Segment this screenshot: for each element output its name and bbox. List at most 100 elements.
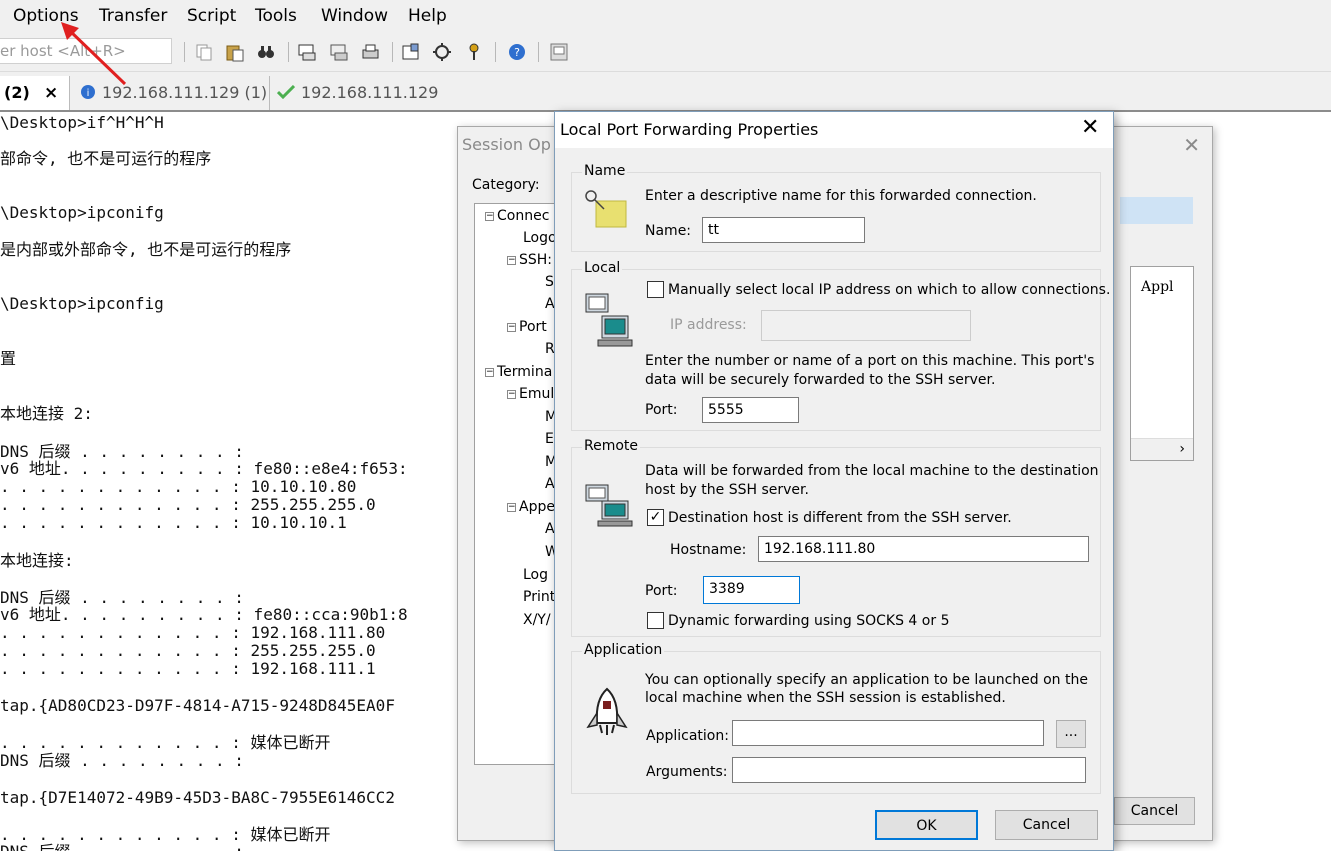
terminal-line: v6 地址. . . . . . . . . : fe80::cca:90b1:… (0, 605, 408, 624)
cancel-button[interactable]: Cancel (1114, 797, 1195, 825)
ip-address-label: IP address: (670, 317, 747, 333)
print-screen-icon[interactable] (297, 42, 317, 62)
toolbar: er host <Alt+R> ? (0, 34, 1331, 72)
destination-different-checkbox[interactable]: ✓ (647, 509, 664, 526)
help-icon[interactable]: ? (507, 42, 527, 62)
tree-item[interactable]: E (545, 431, 554, 447)
terminal-line: . . . . . . . . . . . . : 192.168.111.1 (0, 659, 376, 678)
group-title: Local (582, 260, 623, 276)
column-header[interactable]: Appl (1141, 279, 1174, 295)
find-icon[interactable] (256, 42, 276, 62)
menu-bar: Options Transfer Script Tools Window Hel… (0, 0, 1331, 34)
tree-item[interactable]: X/Y/ (523, 612, 551, 628)
browse-button[interactable]: ... (1056, 720, 1086, 748)
tab-session-192-168-111-129[interactable]: 192.168.111.129 (277, 76, 447, 110)
tree-item[interactable]: Print (523, 589, 555, 605)
svg-text:?: ? (514, 46, 520, 59)
terminal-line: DNS 后缀 . . . . . . . . : (0, 751, 244, 770)
keymap-icon[interactable] (464, 42, 484, 62)
toolbar-separator (538, 42, 539, 62)
terminal-line: . . . . . . . . . . . . : 192.168.111.80 (0, 623, 386, 642)
copy-icon[interactable] (194, 42, 214, 62)
manual-ip-checkbox[interactable] (647, 281, 664, 298)
tree-item[interactable]: S (545, 274, 554, 290)
port-forward-list[interactable]: Appl › (1130, 266, 1194, 461)
collapse-icon[interactable]: − (507, 322, 516, 332)
tree-item[interactable]: − Port (507, 319, 547, 335)
toolbar-separator (495, 42, 496, 62)
application-description: You can optionally specify an applicatio… (645, 672, 1088, 688)
local-port-field[interactable]: 5555 (702, 397, 799, 423)
rocket-icon (586, 687, 628, 735)
remote-port-field[interactable]: 3389 (703, 576, 800, 604)
arguments-field[interactable] (732, 757, 1086, 783)
terminal-line: . . . . . . . . . . . . : 10.10.10.80 (0, 477, 357, 496)
cancel-button[interactable]: Cancel (995, 810, 1098, 840)
menu-tools[interactable]: Tools (255, 6, 297, 26)
remote-group: Remote Data will be forwarded from the l… (571, 438, 1101, 637)
socks-checkbox[interactable] (647, 612, 664, 629)
manual-ip-label: Manually select local IP address on whic… (668, 282, 1111, 298)
session-options-icon[interactable] (401, 42, 421, 62)
name-field[interactable]: tt (702, 217, 865, 243)
hostname-field[interactable]: 192.168.111.80 (758, 536, 1089, 562)
menu-window[interactable]: Window (321, 6, 388, 26)
ip-address-field[interactable] (761, 310, 971, 341)
tab-label: (2) (4, 83, 30, 102)
terminal-line: . . . . . . . . . . . . : 255.255.255.0 (0, 495, 376, 514)
socks-label: Dynamic forwarding using SOCKS 4 or 5 (668, 613, 950, 629)
local-port-forwarding-dialog: Local Port Forwarding Properties ✕ Name … (554, 111, 1114, 851)
chevron-right-icon[interactable]: › (1179, 441, 1185, 457)
application-description: local machine when the SSH session is es… (645, 690, 1006, 706)
terminal-line: 是内部或外部命令, 也不是可运行的程序 (0, 240, 292, 259)
name-group: Name Enter a descriptive name for this f… (571, 163, 1101, 252)
close-icon[interactable]: ✕ (1183, 133, 1200, 157)
computer-icon (585, 293, 633, 347)
tree-item[interactable]: Logo (523, 230, 557, 246)
global-options-icon[interactable] (432, 42, 452, 62)
arguments-label: Arguments: (646, 764, 728, 780)
checkmark-icon (277, 85, 295, 99)
port-description: Enter the number or name of a port on th… (645, 353, 1095, 369)
close-icon[interactable]: ✕ (1081, 115, 1099, 140)
terminal-line: v6 地址. . . . . . . . . : fe80::e8e4:f653… (0, 459, 408, 478)
remote-description: host by the SSH server. (645, 482, 809, 498)
tree-item[interactable]: − Connec (485, 208, 549, 224)
tag-icon (585, 190, 627, 228)
terminal-line: 本地连接: (0, 551, 74, 570)
paste-icon[interactable] (225, 42, 245, 62)
collapse-icon[interactable]: − (485, 367, 494, 377)
tree-item[interactable]: Log (523, 567, 548, 583)
tree-item[interactable]: − Termina (485, 364, 552, 380)
port-description: data will be securely forwarded to the S… (645, 372, 996, 388)
collapse-icon[interactable]: − (507, 389, 516, 399)
terminal-line: 置 (0, 349, 17, 368)
tree-item[interactable]: − SSH: (507, 252, 552, 268)
collapse-icon[interactable]: − (507, 502, 516, 512)
category-tree[interactable]: − Connec Logo − SSH: S A − Port R − Termina … (474, 203, 564, 765)
print-icon[interactable] (360, 42, 380, 62)
name-label: Name: (645, 223, 692, 239)
collapse-icon[interactable]: − (507, 255, 516, 265)
group-title: Name (582, 163, 628, 179)
menu-help[interactable]: Help (408, 6, 447, 26)
tree-item[interactable]: − Appe (507, 499, 555, 515)
terminal-line: DNS 后缀 . . . . . . . . : (0, 843, 244, 851)
print-selection-icon[interactable] (329, 42, 349, 62)
group-title: Remote (582, 438, 641, 454)
remote-description: Data will be forwarded from the local ma… (645, 463, 1099, 479)
collapse-icon[interactable]: − (485, 211, 494, 221)
terminal-line: \Desktop>if^H^H^H (0, 113, 164, 132)
terminal-line: tap.{D7E14072-49B9-45D3-BA8C-7955E6146CC… (0, 788, 395, 807)
ok-button[interactable]: OK (875, 810, 978, 840)
application-field[interactable] (732, 720, 1044, 746)
menu-script[interactable]: Script (187, 6, 236, 26)
destination-different-label: Destination host is different from the S… (668, 510, 1012, 526)
terminal-line: . . . . . . . . . . . . : 媒体已断开 (0, 733, 331, 752)
toolbar-separator (392, 42, 393, 62)
tree-item[interactable]: − Emul (507, 386, 554, 402)
sftp-icon[interactable] (549, 42, 569, 62)
horizontal-scrollbar[interactable]: › (1131, 438, 1193, 460)
arrow-annotation-icon (61, 22, 127, 86)
local-port-label: Port: (645, 402, 678, 418)
